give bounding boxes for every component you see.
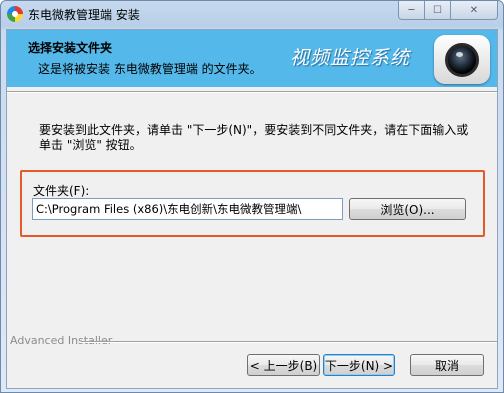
brand-text: 视频监控系统 bbox=[290, 47, 411, 69]
banner-title: 选择安装文件夹 bbox=[28, 41, 113, 55]
window-title: 东电微教管理端 安装 bbox=[28, 8, 140, 22]
folder-label: 文件夹(F): bbox=[33, 184, 90, 198]
installer-window: 东电微教管理端 安装 ─ ☐ ✕ 选择安装文件夹 这是将被安装 东电微教管理端 … bbox=[0, 0, 504, 393]
lens-graphic bbox=[445, 43, 479, 77]
instructions-text: 要安装到此文件夹，请单击 "下一步(N)"，要安装到不同文件夹，请在下面输入或单… bbox=[39, 123, 469, 152]
banner-subtitle: 这是将被安装 东电微教管理端 的文件夹。 bbox=[38, 62, 262, 76]
next-button[interactable]: 下一步(N) > bbox=[323, 354, 395, 376]
browse-button[interactable]: 浏览(O)... bbox=[349, 198, 466, 220]
header-divider bbox=[7, 91, 497, 93]
back-button[interactable]: < 上一步(B) bbox=[247, 354, 320, 376]
title-bar: 东电微教管理端 安装 ─ ☐ ✕ bbox=[1, 1, 503, 29]
folder-path-input[interactable] bbox=[32, 198, 343, 220]
header-banner: 选择安装文件夹 这是将被安装 东电微教管理端 的文件夹。 视频监控系统 bbox=[7, 30, 497, 87]
close-button[interactable]: ✕ bbox=[451, 1, 498, 20]
dialog-client-area: 选择安装文件夹 这是将被安装 东电微教管理端 的文件夹。 视频监控系统 要安装到… bbox=[6, 29, 498, 389]
minimize-button[interactable]: ─ bbox=[398, 1, 425, 20]
camera-lens-icon bbox=[434, 35, 490, 84]
cancel-button[interactable]: 取消 bbox=[410, 354, 484, 376]
app-icon bbox=[7, 6, 23, 22]
footer-divider bbox=[81, 341, 497, 343]
maximize-button[interactable]: ☐ bbox=[425, 1, 451, 20]
